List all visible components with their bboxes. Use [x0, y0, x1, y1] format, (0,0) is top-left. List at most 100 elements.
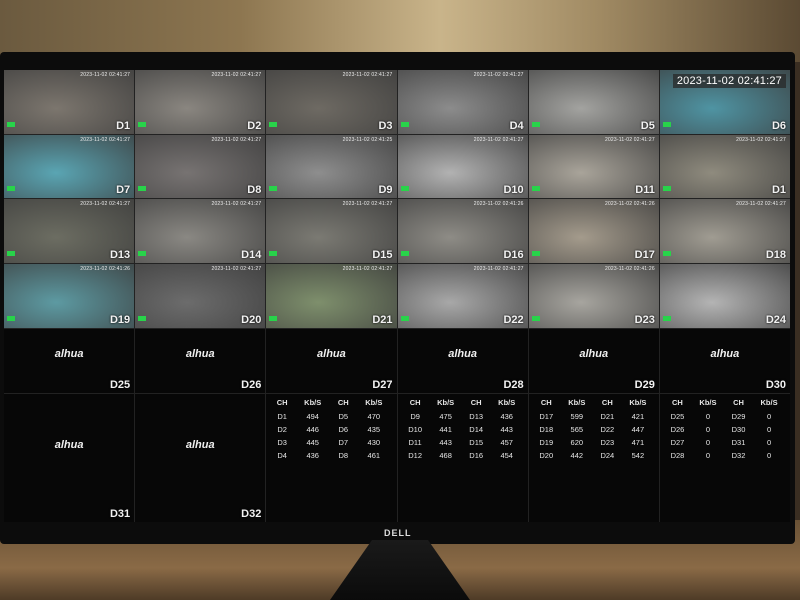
- channel-cell: D25: [670, 411, 685, 421]
- channel-cell: D31: [731, 437, 746, 447]
- camera-tile-offline[interactable]: alhua D29: [528, 328, 659, 393]
- camera-timestamp: 2023-11-02 02:41:27: [672, 74, 786, 88]
- kbps-cell: 0: [705, 424, 711, 434]
- channel-cell: D10: [408, 424, 422, 434]
- camera-tile-offline[interactable]: alhua D30: [659, 328, 790, 393]
- channel-cell: D17: [539, 411, 554, 421]
- camera-tile[interactable]: 2023-11-02 02:41:26 D23: [528, 264, 659, 328]
- camera-tile[interactable]: 2023-11-02 02:41:25 D9: [266, 134, 397, 199]
- kbps-cell: 620: [570, 437, 584, 447]
- kbps-cell: 443: [500, 424, 513, 434]
- kbps-cell: 494: [306, 411, 319, 421]
- camera-tile[interactable]: 2023-11-02 02:41:27 D2: [135, 70, 266, 134]
- bitrate-header: CH: [276, 397, 288, 407]
- channel-cell: D9: [410, 411, 420, 421]
- camera-tile[interactable]: D24: [659, 264, 790, 328]
- camera-label: D18: [765, 249, 786, 262]
- camera-timestamp: 2023-11-02 02:41:27: [342, 72, 393, 78]
- camera-label: D13: [109, 249, 131, 262]
- camera-label: D27: [372, 378, 393, 391]
- camera-timestamp: 2023-11-02 02:41:27: [342, 266, 393, 273]
- camera-tile[interactable]: 2023-11-02 02:41:27 D4: [397, 70, 528, 134]
- bitrate-row: D2 446 D6 435: [270, 423, 392, 436]
- camera-tile-offline[interactable]: alhua D26: [135, 328, 266, 393]
- camera-tile[interactable]: 2023-11-02 02:41:27 D6: [659, 70, 790, 134]
- channel-cell: D32: [731, 450, 746, 460]
- kbps-cell: 0: [766, 450, 772, 460]
- camera-tile[interactable]: 2023-11-02 02:41:27 D14: [135, 199, 266, 264]
- channel-cell: D2: [277, 424, 287, 434]
- camera-tile-offline[interactable]: alhua D25: [4, 328, 135, 393]
- camera-timestamp: 2023-11-02 02:41:27: [211, 136, 262, 143]
- camera-tile[interactable]: 2023-11-02 02:41:27 D7: [4, 134, 135, 199]
- dvr-screen: 2023-11-02 02:41:27 D1 2023-11-02 02:41:27…: [4, 70, 790, 522]
- kbps-cell: 457: [500, 437, 513, 447]
- camera-label: D31: [109, 508, 131, 520]
- record-indicator-icon: [138, 251, 147, 257]
- bitrate-row: D27 0 D31 0: [664, 436, 786, 449]
- camera-tile[interactable]: 2023-11-02 02:41:26 D19: [4, 264, 135, 328]
- bitrate-row: D18 565 D22 447: [533, 423, 655, 436]
- kbps-cell: 0: [705, 411, 711, 421]
- channel-cell: D28: [670, 450, 685, 460]
- record-indicator-icon: [269, 251, 278, 257]
- camera-tile-offline[interactable]: alhua D32: [135, 393, 266, 522]
- camera-label: D25: [109, 378, 131, 391]
- bitrate-row: D10 441 D14 443: [402, 423, 524, 436]
- channel-cell: D13: [469, 411, 484, 421]
- bitrate-header: Kb/S: [498, 397, 516, 407]
- bitrate-header: Kb/S: [629, 397, 647, 407]
- bitrate-row: D19 620 D23 471: [533, 436, 655, 449]
- bitrate-table: CH Kb/S CH Kb/S D9 475 D13 436 D10 441 D14 443 D11 44…: [402, 397, 524, 462]
- channel-cell: D5: [338, 411, 349, 421]
- camera-tile[interactable]: 2023-11-02 02:41:27 D21: [266, 264, 397, 328]
- camera-tile[interactable]: 2023-11-02 02:41:27 D1: [4, 70, 135, 134]
- camera-timestamp: 2023-11-02 02:41:27: [473, 136, 524, 143]
- camera-tile[interactable]: 2023-11-02 02:41:27 D3: [266, 70, 397, 134]
- channel-cell: D1: [277, 411, 287, 421]
- camera-label: D19: [109, 313, 131, 326]
- record-indicator-icon: [531, 251, 540, 257]
- camera-tile[interactable]: 2023-11-02 02:41:27 D18: [659, 199, 790, 264]
- camera-feed: [266, 134, 397, 199]
- kbps-cell: 468: [439, 450, 452, 460]
- kbps-cell: 454: [500, 450, 513, 460]
- record-indicator-icon: [400, 121, 409, 127]
- camera-tile[interactable]: 2023-11-02 02:41:27 D8: [135, 134, 266, 199]
- kbps-cell: 445: [306, 437, 319, 447]
- bitrate-row: D1 494 D5 470: [270, 410, 392, 423]
- camera-tile[interactable]: 2023-11-02 02:41:26 D17: [528, 199, 659, 264]
- bitrate-row: D20 442 D24 542: [533, 449, 655, 462]
- camera-tile[interactable]: 2023-11-02 02:41:27 D1: [659, 134, 790, 199]
- channel-cell: D12: [408, 450, 422, 460]
- channel-cell: D8: [338, 450, 349, 460]
- camera-tile-offline[interactable]: alhua D31: [4, 393, 135, 522]
- kbps-cell: 471: [631, 437, 645, 447]
- camera-tile[interactable]: 2023-11-02 02:41:26 D16: [397, 199, 528, 264]
- camera-timestamp: 2023-11-02 02:41:27: [736, 201, 786, 208]
- camera-timestamp: 2023-11-02 02:41:27: [736, 136, 786, 143]
- channel-cell: D20: [539, 450, 554, 460]
- camera-tile[interactable]: 2023-11-02 02:41:27 D20: [135, 264, 266, 328]
- camera-tile-offline[interactable]: alhua D28: [397, 328, 528, 393]
- camera-tile[interactable]: 2023-11-02 02:41:27 D15: [266, 199, 397, 264]
- channel-cell: D4: [277, 450, 287, 460]
- channel-cell: D18: [539, 424, 554, 434]
- camera-label: D29: [634, 378, 655, 391]
- camera-timestamp: 2023-11-02 02:41:27: [342, 201, 393, 208]
- record-indicator-icon: [269, 186, 278, 192]
- camera-tile[interactable]: 2023-11-02 02:41:27 D13: [4, 199, 135, 264]
- channel-cell: D27: [670, 437, 685, 447]
- camera-label: D20: [241, 313, 262, 326]
- camera-feed: [135, 70, 266, 134]
- record-indicator-icon: [269, 315, 278, 321]
- camera-tile-offline[interactable]: alhua D27: [266, 328, 397, 393]
- kbps-cell: 447: [631, 424, 645, 434]
- camera-tile[interactable]: D5: [528, 70, 659, 134]
- camera-tile[interactable]: 2023-11-02 02:41:27 D10: [397, 134, 528, 199]
- camera-tile[interactable]: 2023-11-02 02:41:27 D11: [528, 134, 659, 199]
- camera-tile[interactable]: 2023-11-02 02:41:27 D22: [397, 264, 528, 328]
- record-indicator-icon: [531, 121, 540, 127]
- kbps-cell: 475: [439, 411, 452, 421]
- camera-feed: [135, 134, 266, 199]
